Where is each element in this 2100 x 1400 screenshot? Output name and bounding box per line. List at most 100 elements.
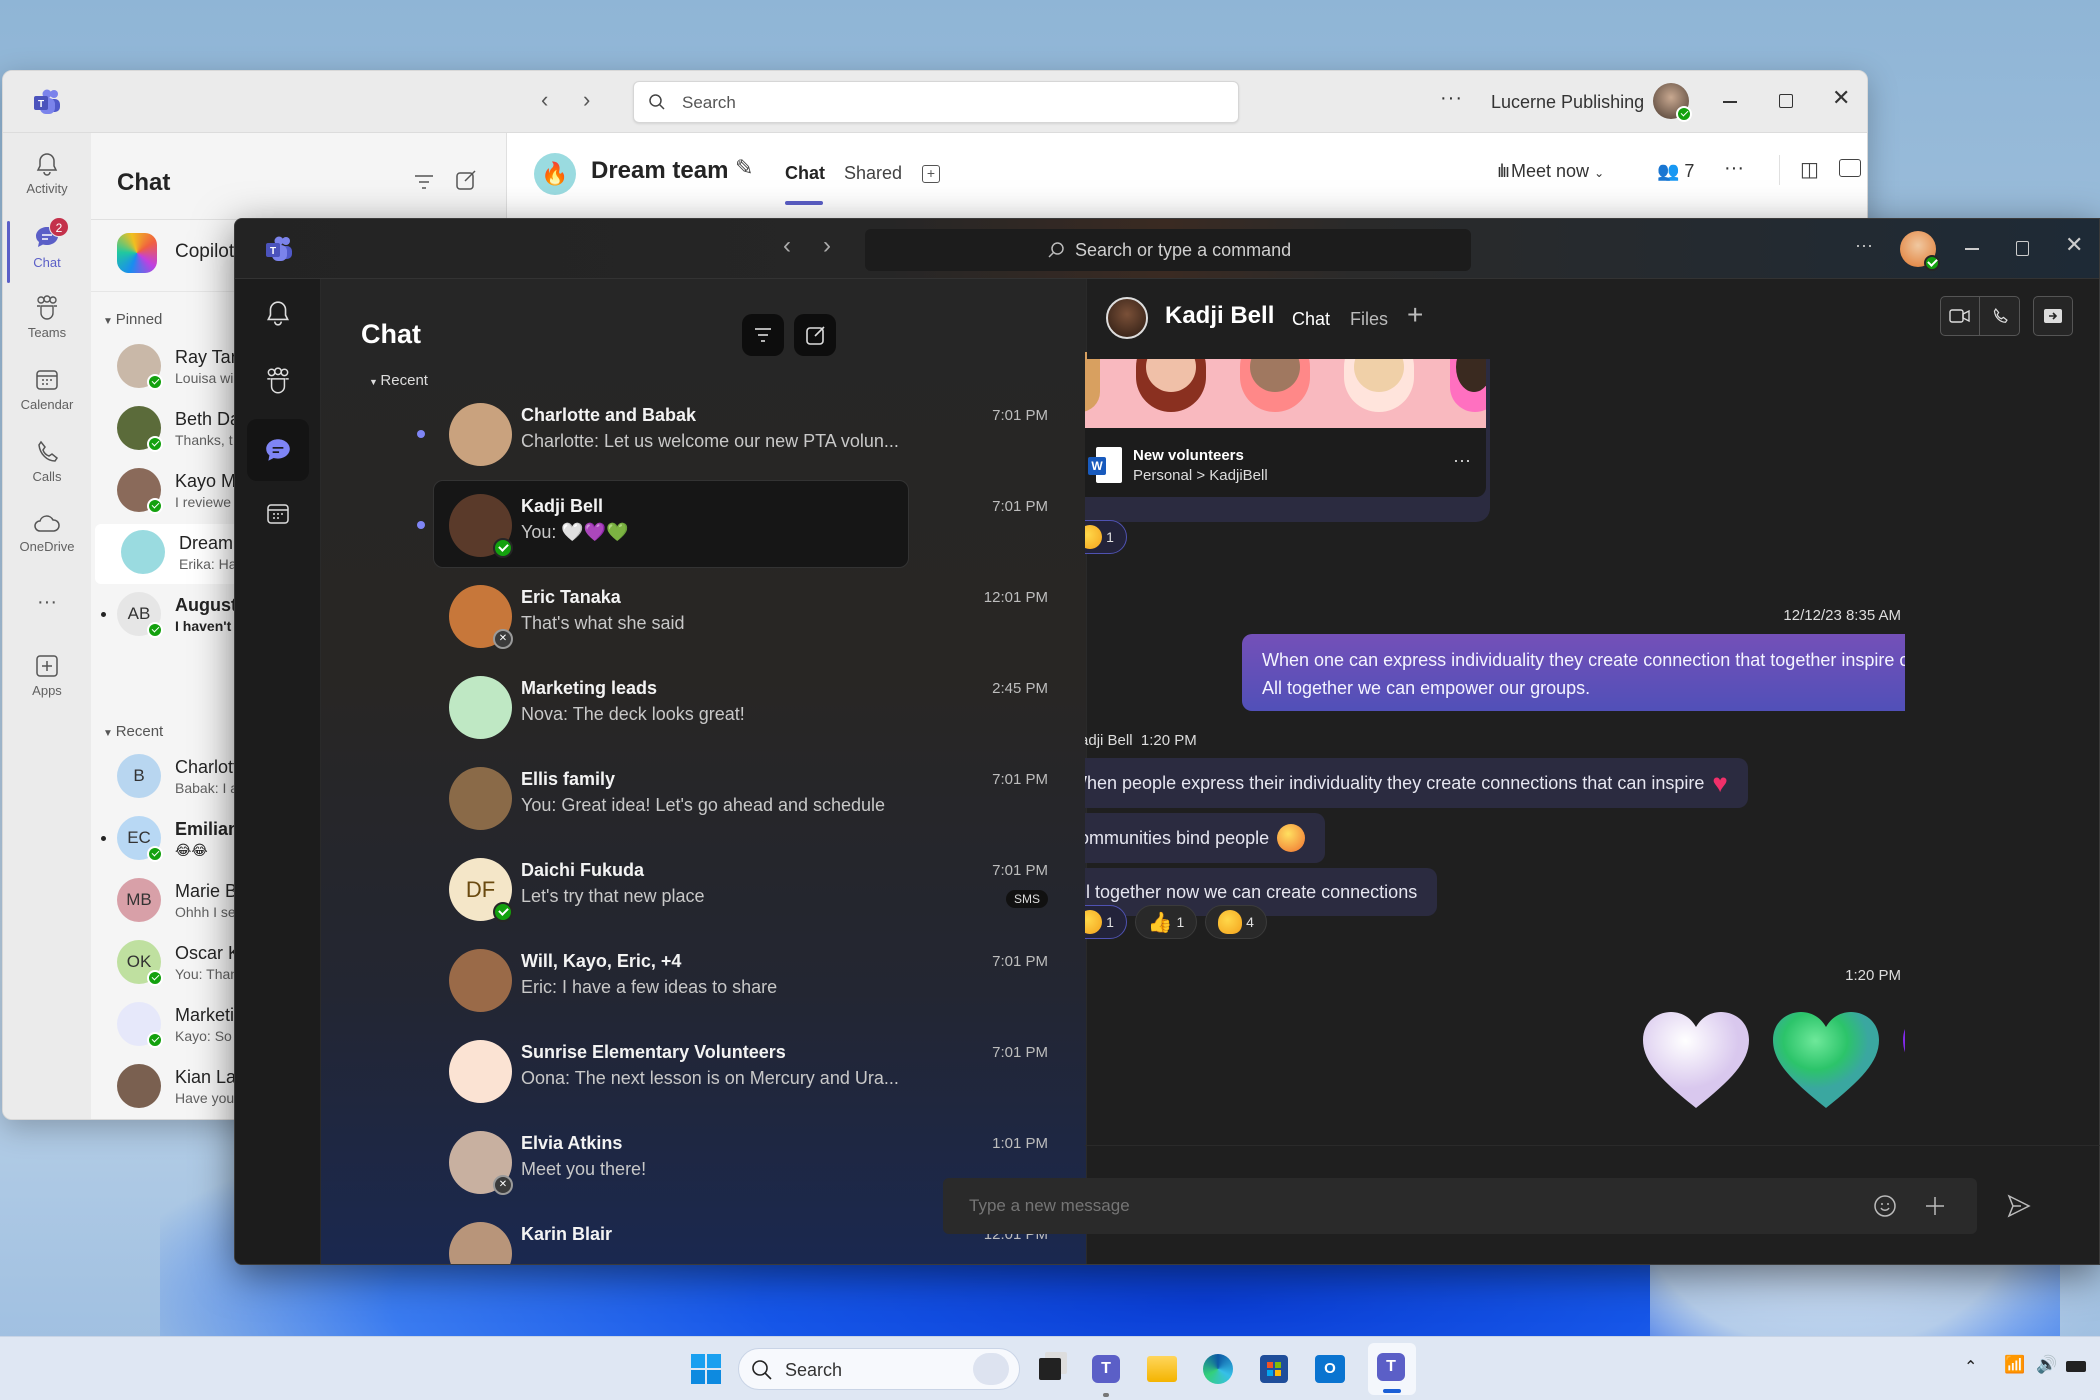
- video-call-button[interactable]: [1941, 297, 1981, 335]
- recent-section-header[interactable]: ▼ Recent: [369, 372, 428, 389]
- tab-shared[interactable]: Shared: [844, 163, 902, 184]
- reaction-pill[interactable]: 1: [1085, 520, 1127, 554]
- profile-avatar[interactable]: [1900, 231, 1940, 271]
- close-button[interactable]: ✕: [1832, 85, 1850, 111]
- chat-list-item[interactable]: Will, Kayo, Eric, +4 Eric: I have a few i…: [321, 935, 1086, 1025]
- rail-chat[interactable]: Chat 2: [3, 217, 91, 270]
- forward-button[interactable]: ›: [583, 87, 590, 113]
- tab-files[interactable]: Files: [1350, 309, 1388, 330]
- rail-onedrive[interactable]: OneDrive: [3, 511, 91, 554]
- minimize-button[interactable]: [1723, 101, 1737, 103]
- message-composer[interactable]: [943, 1178, 1977, 1234]
- outlook-button[interactable]: O: [1310, 1349, 1350, 1389]
- message-list[interactable]: W New volunteers Personal > KadjiBell ··…: [1085, 352, 1905, 1212]
- unread-dot: [417, 521, 425, 529]
- profile-avatar[interactable]: [1653, 83, 1692, 122]
- minimize-button[interactable]: [1965, 248, 1979, 250]
- chat-list-item[interactable]: Marketing leads Nova: The deck looks grea…: [321, 662, 1086, 752]
- search-box[interactable]: Search: [633, 81, 1239, 123]
- back-button[interactable]: ‹: [541, 87, 548, 113]
- sender-name: Kadji Bell: [1085, 732, 1133, 749]
- forward-button[interactable]: ›: [823, 232, 831, 260]
- contact-avatar[interactable]: [1106, 297, 1148, 339]
- start-button[interactable]: [686, 1349, 726, 1389]
- org-name[interactable]: Lucerne Publishing: [1491, 92, 1644, 113]
- plus-icon[interactable]: [1923, 1194, 1947, 1218]
- chat-list-item[interactable]: Sunrise Elementary Volunteers Oona: The n…: [321, 1026, 1086, 1116]
- taskbar-search[interactable]: Search: [738, 1348, 1020, 1390]
- filter-icon[interactable]: [413, 173, 435, 191]
- recent-section-header[interactable]: ▼ Recent: [103, 723, 163, 740]
- chat-list-item[interactable]: DF Daichi Fukuda Let's try that new place 7…: [321, 844, 1086, 934]
- maximize-button[interactable]: [1779, 94, 1793, 108]
- rail-chat-active[interactable]: [247, 419, 309, 481]
- back-button[interactable]: ‹: [783, 232, 791, 260]
- rail-more-button[interactable]: ···: [3, 591, 91, 614]
- edit-name-icon[interactable]: ✎: [735, 155, 753, 181]
- meet-now-button[interactable]: ılıı Meet now ⌄: [1497, 161, 1604, 182]
- show-hidden-icons-button[interactable]: ⌃: [1964, 1357, 1977, 1377]
- reaction-pill[interactable]: 4: [1205, 905, 1267, 939]
- more-options-button[interactable]: ···: [1724, 157, 1744, 180]
- white-heart-emoji-icon: [1643, 1012, 1749, 1108]
- rail-teams[interactable]: Teams: [3, 295, 91, 340]
- add-tab-button[interactable]: +: [1407, 299, 1423, 331]
- bell-icon[interactable]: [264, 299, 292, 327]
- word-file-icon: W: [1088, 447, 1124, 485]
- outgoing-message[interactable]: When one can express individuality they …: [1242, 634, 1905, 711]
- reaction-pill[interactable]: 👍 1: [1135, 905, 1197, 939]
- new-chat-button[interactable]: [794, 314, 836, 356]
- rail-calls[interactable]: Calls: [3, 439, 91, 484]
- teams-active-button[interactable]: T: [1368, 1343, 1416, 1395]
- phone-icon: [38, 440, 59, 462]
- send-icon[interactable]: [2006, 1193, 2032, 1219]
- heart-emoji-icon: ♥: [1712, 767, 1728, 798]
- close-button[interactable]: ✕: [2065, 232, 2083, 258]
- more-options-button[interactable]: ···: [1855, 235, 1873, 256]
- more-options-button[interactable]: ···: [1440, 87, 1463, 110]
- battery-icon[interactable]: [2066, 1361, 2086, 1372]
- tab-chat[interactable]: Chat: [785, 163, 825, 184]
- add-tab-button[interactable]: +: [922, 165, 940, 183]
- chat-preview: Ohhh I se: [175, 904, 236, 920]
- chat-list-item[interactable]: Eric Tanaka That's what she said 12:01 PM: [321, 571, 1086, 661]
- edge-button[interactable]: [1198, 1349, 1238, 1389]
- rail-activity[interactable]: Activity: [3, 151, 91, 196]
- rail-apps[interactable]: Apps: [3, 653, 91, 698]
- new-chat-icon[interactable]: [455, 169, 477, 191]
- filter-button[interactable]: [742, 314, 784, 356]
- avatar: [121, 530, 165, 574]
- network-icon[interactable]: 📶: [2004, 1355, 2025, 1375]
- calendar-icon[interactable]: [265, 501, 291, 527]
- chat-icon: [266, 439, 290, 461]
- maximize-button[interactable]: [2016, 241, 2029, 256]
- copilot-icon[interactable]: ◫: [1800, 157, 1819, 182]
- chat-list-item[interactable]: Ellis family You: Great idea! Let's go ah…: [321, 753, 1086, 843]
- file-explorer-button[interactable]: [1142, 1349, 1182, 1389]
- audio-call-button[interactable]: [1980, 297, 2019, 335]
- incoming-message[interactable]: When people express their individuality …: [1085, 758, 1748, 808]
- volume-icon[interactable]: 🔊: [2036, 1355, 2057, 1375]
- share-screen-button[interactable]: [2033, 296, 2073, 336]
- teams-taskbar-button[interactable]: T: [1086, 1349, 1126, 1389]
- emoji-icon[interactable]: [1873, 1194, 1897, 1218]
- participants-button[interactable]: 👥 7: [1657, 161, 1694, 182]
- command-search-box[interactable]: Search or type a command: [865, 229, 1471, 271]
- teams-icon[interactable]: [263, 367, 293, 395]
- pinned-section-header[interactable]: ▼ Pinned: [103, 311, 162, 328]
- reaction-pill[interactable]: 1: [1085, 905, 1127, 939]
- chat-preview: Nova: The deck looks great!: [521, 704, 745, 724]
- incoming-message[interactable]: communities bind people: [1085, 813, 1326, 863]
- side-panel-icon[interactable]: [1839, 159, 1861, 177]
- chat-list-item[interactable]: Kadji Bell You: 🤍💜💚 7:01 PM: [321, 480, 1086, 570]
- file-more-options-button[interactable]: ···: [1453, 450, 1471, 471]
- widgets-icon[interactable]: [973, 1353, 1009, 1385]
- message-input[interactable]: [969, 1190, 1769, 1222]
- chat-list-item[interactable]: Charlotte and Babak Charlotte: Let us wel…: [321, 389, 1086, 479]
- task-view-button[interactable]: [1030, 1349, 1070, 1389]
- rail-calendar[interactable]: Calendar: [3, 367, 91, 412]
- tab-chat[interactable]: Chat: [1292, 309, 1330, 330]
- store-button[interactable]: [1254, 1349, 1294, 1389]
- file-card[interactable]: W New volunteers Personal > KadjiBell ··…: [1085, 352, 1486, 497]
- purple-heart-emoji-icon: [1903, 1029, 1905, 1053]
